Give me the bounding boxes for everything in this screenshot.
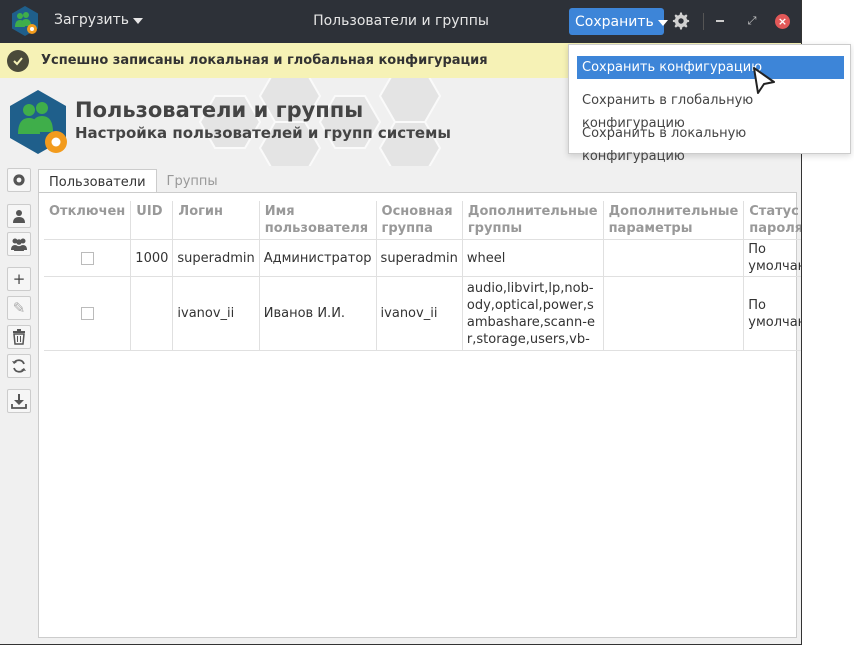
name-cell: Администратор: [259, 239, 377, 277]
add-button[interactable]: +: [7, 267, 31, 291]
save-label: Сохранить: [575, 13, 654, 30]
menu-item-save-config[interactable]: Сохранить конфигурацию: [577, 56, 844, 79]
close-button[interactable]: ×: [775, 14, 790, 29]
gear-icon: [13, 174, 25, 186]
tab-users[interactable]: Пользователи: [38, 169, 157, 193]
group-mode-button[interactable]: [7, 232, 31, 256]
column-header[interactable]: Логин: [172, 201, 260, 240]
save-menu-button[interactable]: Сохранить: [569, 8, 668, 35]
uid-cell: [130, 276, 174, 351]
titlebar-separator: [703, 13, 704, 30]
gear-icon[interactable]: [672, 12, 690, 30]
minimize-button[interactable]: [716, 20, 724, 22]
users-groups-icon: [10, 90, 67, 154]
disabled-checkbox[interactable]: [80, 307, 94, 320]
users-panel: Отключен UID Логин Имя пользователя Осно…: [38, 192, 801, 638]
title-bar: Загрузить Пользователи и группы Сохранит…: [0, 0, 801, 43]
uid-cell: 1000: [130, 239, 174, 277]
extra-groups-cell: wheel: [462, 239, 604, 277]
extra-groups-cell: audio,libvirt,lp,nob-ody,optical,power,s…: [462, 276, 604, 351]
login-cell: superadmin: [172, 239, 260, 277]
table-header-row: Отключен UID Логин Имя пользователя Осно…: [44, 201, 801, 240]
page-subtitle: Настройка пользователей и групп системы: [75, 124, 451, 142]
password-status-cell: По умолчанию: [743, 276, 801, 351]
settings-tool-button[interactable]: [7, 168, 31, 192]
column-header[interactable]: UID: [130, 201, 174, 240]
tab-bar: Пользователи Группы: [38, 169, 228, 193]
group-cell: superadmin: [376, 239, 463, 277]
column-header[interactable]: Имя пользователя: [259, 201, 377, 240]
column-header[interactable]: Отключен: [44, 201, 132, 240]
table-row[interactable]: ivanov_ii Иванов И.И. ivanov_ii audio,li…: [44, 276, 801, 351]
disabled-cell: [44, 276, 132, 351]
menu-item-save-global[interactable]: Сохранить в глобальную конфигурацию: [577, 89, 844, 131]
load-menu-button[interactable]: Загрузить: [54, 12, 144, 28]
download-button[interactable]: [7, 389, 31, 413]
column-header[interactable]: Дополнительные параметры: [603, 201, 745, 240]
trash-icon: [13, 329, 25, 345]
hexagon-background: [198, 78, 442, 166]
load-label: Загрузить: [54, 12, 130, 28]
user-icon: [13, 210, 25, 223]
table-row[interactable]: 1000 superadmin Администратор superadmin…: [44, 239, 801, 277]
group-icon: [11, 238, 27, 251]
notification-text: Успешно записаны локальная и глобальная …: [41, 53, 488, 68]
tab-groups[interactable]: Группы: [157, 169, 228, 193]
menu-item-save-local[interactable]: Сохранить в локальную конфигурацию: [577, 122, 844, 164]
column-header[interactable]: Статус пароля: [743, 201, 801, 240]
save-dropdown-menu: Сохранить конфигурацию Сохранить в глоба…: [568, 44, 851, 164]
password-status-cell: По умолчанию: [743, 239, 801, 277]
users-groups-app-icon: [12, 6, 38, 36]
disabled-cell: [44, 239, 132, 277]
login-cell: ivanov_ii: [172, 276, 260, 351]
column-header[interactable]: Основная группа: [376, 201, 463, 240]
checkmark-icon: [7, 49, 29, 72]
edit-button[interactable]: ✎: [7, 296, 31, 320]
delete-button[interactable]: [7, 325, 31, 349]
extra-params-cell: [603, 239, 745, 277]
group-cell: ivanov_ii: [376, 276, 463, 351]
user-mode-button[interactable]: [7, 204, 31, 228]
column-header[interactable]: Дополнительные группы: [462, 201, 604, 240]
refresh-icon: [12, 359, 26, 373]
mouse-cursor-icon: [753, 67, 775, 94]
page-title: Пользователи и группы: [75, 98, 364, 122]
pencil-icon: ✎: [12, 299, 26, 317]
refresh-button[interactable]: [7, 354, 31, 378]
download-icon: [11, 394, 27, 409]
name-cell: Иванов И.И.: [259, 276, 377, 351]
chevron-down-icon: [657, 19, 668, 26]
chevron-down-icon: [133, 18, 144, 24]
maximize-button[interactable]: ⤢: [745, 14, 759, 28]
plus-icon: +: [12, 270, 26, 288]
extra-params-cell: [603, 276, 745, 351]
disabled-checkbox[interactable]: [80, 251, 94, 265]
users-table: Отключен UID Логин Имя пользователя Осно…: [44, 201, 801, 351]
